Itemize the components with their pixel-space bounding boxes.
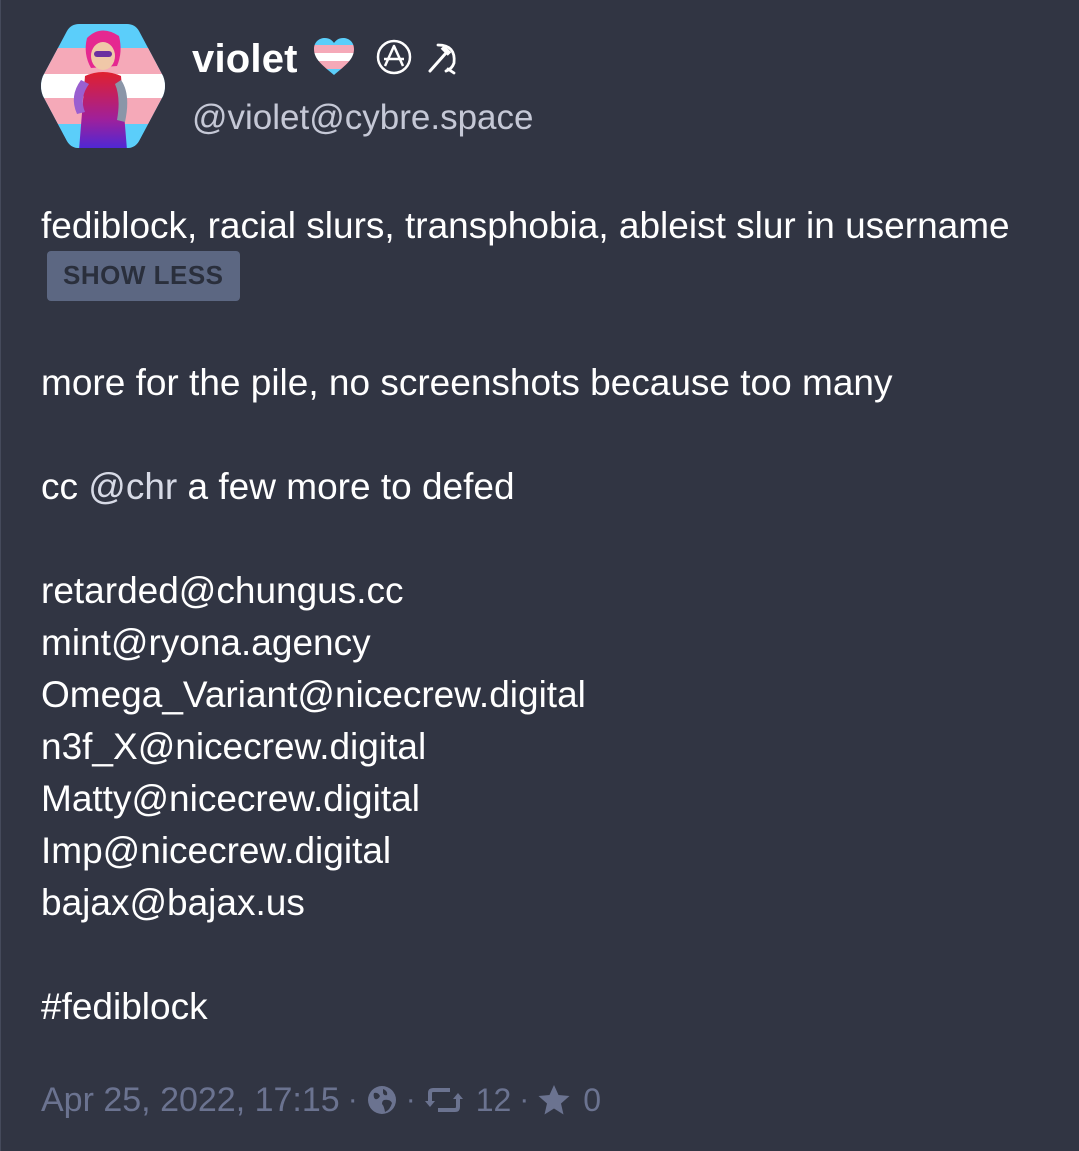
anarchy-icon	[376, 39, 412, 80]
trans-heart-icon	[312, 37, 356, 82]
spoiler-text: fediblock, racial slurs, transphobia, ab…	[41, 205, 1010, 246]
status-content: fediblock, racial slurs, transphobia, ab…	[41, 200, 1041, 1033]
account-list-item: Imp@nicecrew.digital	[41, 830, 392, 872]
star-icon[interactable]	[537, 1084, 571, 1116]
content-warning: fediblock, racial slurs, transphobia, ab…	[41, 200, 1041, 305]
account-list-item: mint@ryona.agency	[41, 622, 371, 664]
avatar[interactable]	[39, 22, 167, 150]
separator: ·	[519, 1083, 530, 1116]
mention-link[interactable]: @chr	[88, 466, 177, 507]
separator: ·	[405, 1083, 416, 1116]
hammer-sickle-icon	[424, 39, 460, 80]
display-name[interactable]: violet	[192, 37, 298, 82]
status-footer: Apr 25, 2022, 17:15 · · 12 · 0	[41, 1078, 601, 1122]
status-intro: more for the pile, no screenshots becaus…	[41, 362, 893, 404]
status-card: violet @violet@cybre.space fediblock, ra…	[0, 0, 1079, 1151]
status-header: violet @violet@cybre.space	[39, 22, 1039, 152]
account-handle[interactable]: @violet@cybre.space	[192, 98, 533, 138]
hashtag-link[interactable]: #fediblock	[41, 986, 208, 1027]
cc-prefix: cc	[41, 466, 78, 508]
account-list-item: retarded@chungus.cc	[41, 570, 404, 612]
boost-count: 12	[475, 1081, 512, 1118]
account-list-item: bajax@bajax.us	[41, 882, 305, 924]
display-name-row: violet	[192, 34, 460, 84]
separator: ·	[347, 1083, 358, 1116]
timestamp-link[interactable]: Apr 25, 2022, 17:15	[41, 1081, 340, 1120]
retweet-icon[interactable]	[424, 1085, 464, 1115]
cc-suffix: a few more to defed	[187, 466, 515, 508]
account-list-item: n3f_X@nicecrew.digital	[41, 726, 427, 768]
show-less-button[interactable]: SHOW LESS	[47, 251, 240, 302]
account-list-item: Matty@nicecrew.digital	[41, 778, 420, 820]
account-list-item: Omega_Variant@nicecrew.digital	[41, 674, 586, 716]
cc-line: cc @chr a few more to defed	[41, 461, 1041, 513]
globe-icon	[366, 1084, 398, 1116]
favourite-count: 0	[583, 1081, 602, 1118]
